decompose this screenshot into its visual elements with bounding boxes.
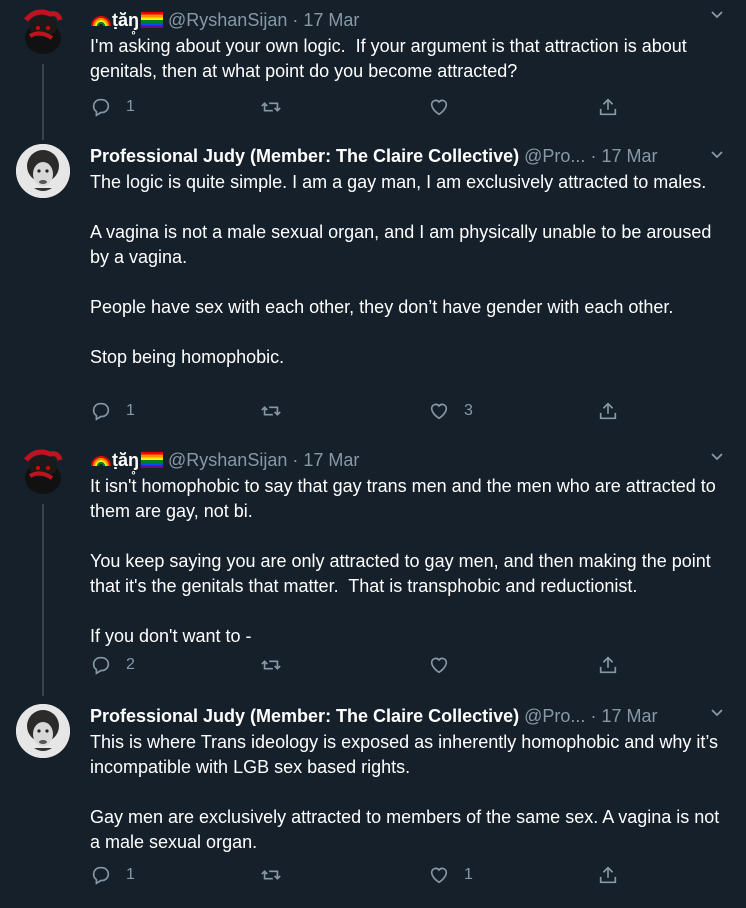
tweet-actions: 1 3 [90,396,630,426]
reply-icon [92,402,110,421]
share-icon [599,98,617,116]
like-count: 3 [464,402,473,419]
share-icon [599,656,617,674]
tweet-text: This is where Trans ideology is exposed … [90,732,720,852]
display-name[interactable]: Professional Judy (Member: The Claire Co… [90,706,519,726]
avatar[interactable] [16,704,70,758]
avatar[interactable] [16,6,70,60]
pride-flag-icon [141,12,163,28]
tweet-text: I'm asking about your own logic. If your… [90,36,692,81]
retweet-button[interactable] [260,650,296,680]
handle[interactable]: @RyshanSijan [168,10,287,30]
tweet-actions: 1 [90,92,630,122]
retweet-button[interactable] [260,860,296,890]
separator: · [292,450,299,470]
share-button[interactable] [597,650,619,680]
retweet-icon [261,870,281,880]
handle[interactable]: @Pro... [524,706,585,726]
tweet[interactable]: ṭă̆ŋ̥ @RyshanSijan · 17 Mar It isn't hom… [0,440,746,696]
cat-avatar-icon [16,446,70,500]
tweet-header: ṭă̆ŋ̥ @RyshanSijan · 17 Mar [90,6,746,34]
retweet-icon [261,406,281,416]
rainbow-icon [91,456,111,467]
timestamp[interactable]: 17 Mar [303,450,359,470]
reply-count: 1 [126,866,135,883]
tweet-header: Professional Judy (Member: The Claire Co… [90,702,746,730]
reply-icon [92,656,110,675]
tweet[interactable]: ṭă̆ŋ̥ @RyshanSijan · 17 Mar I'm asking a… [0,0,746,140]
tweet-header: Professional Judy (Member: The Claire Co… [90,142,746,170]
reply-button[interactable]: 2 [90,650,135,680]
separator: · [590,706,597,726]
tweet-header: ṭă̆ŋ̥ @RyshanSijan · 17 Mar [90,446,746,474]
handle[interactable]: @RyshanSijan [168,450,287,470]
reply-button[interactable]: 1 [90,860,135,890]
share-icon [599,402,617,420]
avatar[interactable] [16,446,70,500]
like-button[interactable] [428,92,464,122]
cat-avatar-icon [16,6,70,60]
like-count: 1 [464,866,473,883]
reply-icon [92,866,110,885]
chevron-down-icon[interactable] [710,706,724,720]
reply-button[interactable]: 1 [90,396,135,426]
like-button[interactable] [428,650,464,680]
chevron-down-icon[interactable] [710,8,724,22]
thread-line [42,504,44,696]
share-icon [599,866,617,884]
timestamp[interactable]: 17 Mar [601,146,657,166]
display-name[interactable]: ṭă̆ŋ̥ [112,10,139,30]
tweet-actions: 2 [90,650,630,680]
reply-count: 2 [126,656,135,673]
retweet-button[interactable] [260,396,296,426]
chevron-down-icon[interactable] [710,148,724,162]
profile-photo-icon [16,144,70,198]
timestamp[interactable]: 17 Mar [303,10,359,30]
reply-count: 1 [126,402,135,419]
tweet[interactable]: Professional Judy (Member: The Claire Co… [0,140,746,440]
heart-icon [430,403,448,420]
tweet-actions: 1 1 [90,860,630,890]
reply-button[interactable]: 1 [90,92,135,122]
retweet-icon [261,660,281,670]
share-button[interactable] [597,396,619,426]
avatar[interactable] [16,144,70,198]
rainbow-icon [91,16,111,27]
share-button[interactable] [597,92,619,122]
like-button[interactable]: 1 [428,860,473,890]
timestamp[interactable]: 17 Mar [601,706,657,726]
tweet-text: The logic is quite simple. I am a gay ma… [90,172,712,367]
display-name[interactable]: Professional Judy (Member: The Claire Co… [90,146,519,166]
chevron-down-icon[interactable] [710,450,724,464]
tweet[interactable]: Professional Judy (Member: The Claire Co… [0,696,746,908]
like-button[interactable]: 3 [428,396,473,426]
tweet-text: It isn't homophobic to say that gay tran… [90,476,716,646]
reply-count: 1 [126,98,135,115]
handle[interactable]: @Pro... [524,146,585,166]
separator: · [590,146,597,166]
heart-icon [430,99,448,116]
pride-flag-icon [141,452,163,468]
share-button[interactable] [597,860,619,890]
reply-icon [92,98,110,117]
heart-icon [430,867,448,884]
separator: · [292,10,299,30]
retweet-icon [261,102,281,112]
retweet-button[interactable] [260,92,296,122]
display-name[interactable]: ṭă̆ŋ̥ [112,450,139,470]
profile-photo-icon [16,704,70,758]
heart-icon [430,657,448,674]
thread-line [42,64,44,140]
